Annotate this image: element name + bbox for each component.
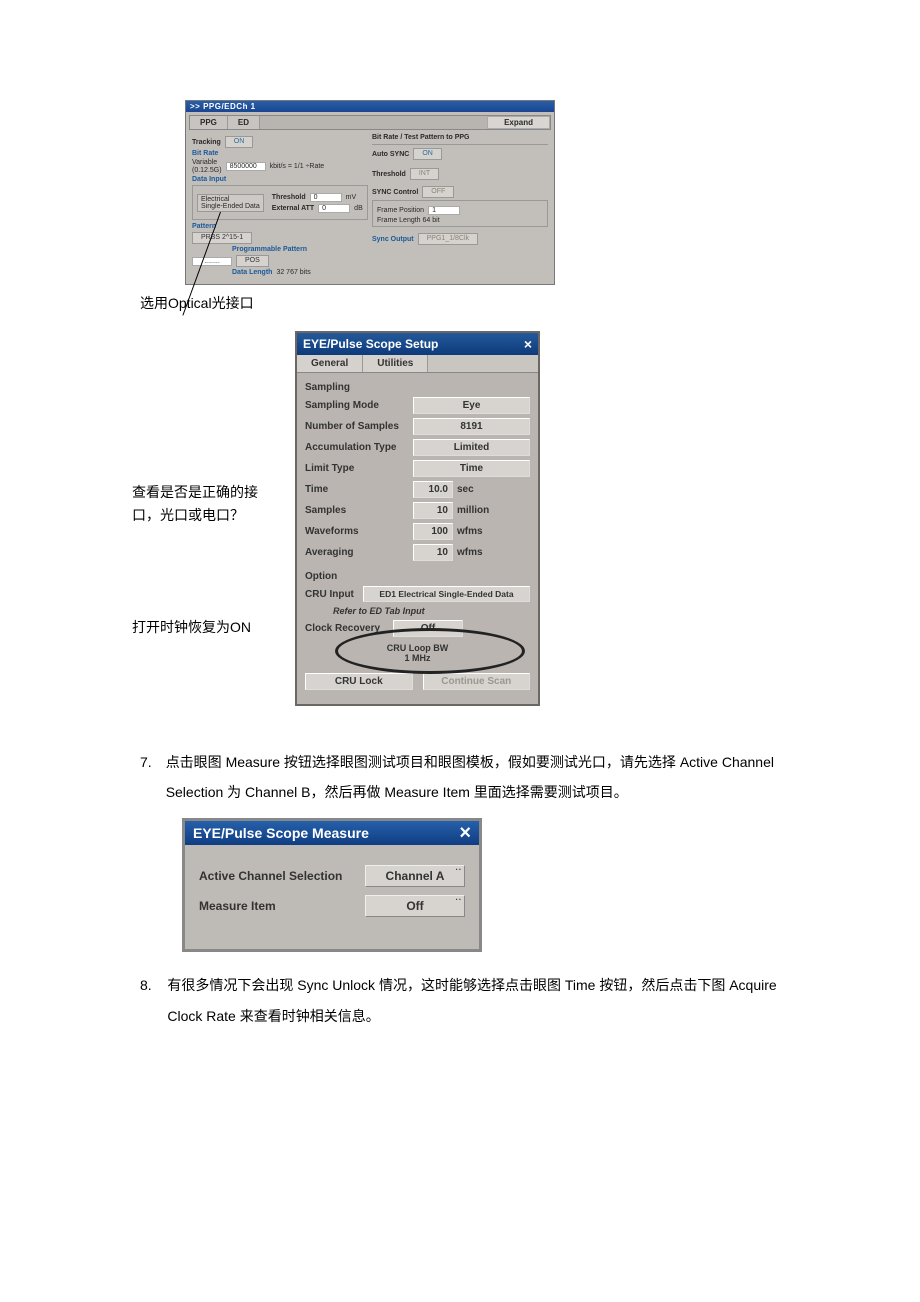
cru-input-label: CRU Input: [305, 589, 363, 600]
sampling-mode-label: Sampling Mode: [305, 400, 413, 411]
text-item-8: 有很多情况下会出现 Sync Unlock 情况，这时能够选择点击眼图 Time…: [167, 970, 780, 1032]
eye-scope-setup-panel: EYE/Pulse Scope Setup × General Utilitie…: [295, 331, 540, 706]
close-icon[interactable]: ×: [459, 826, 471, 840]
tracking-label: Tracking: [192, 139, 221, 146]
ppg-ed-panel: >> PPG/EDCh 1 PPG ED Expand Tracking ON …: [185, 100, 555, 285]
prog-pattern-label: Programmable Pattern: [232, 246, 307, 253]
samples-value[interactable]: 10: [413, 502, 453, 519]
caption-optical: 选用Optical光接口: [140, 293, 780, 313]
loop-bw-label: CRU Loop BW: [305, 643, 530, 653]
datainput-electrical: Electrical: [201, 196, 260, 203]
num-samples-value[interactable]: 8191: [413, 418, 530, 435]
panel3-title: EYE/Pulse Scope Measure ×: [185, 821, 479, 845]
eye-scope-measure-panel: EYE/Pulse Scope Measure × Active Channel…: [182, 818, 482, 952]
loop-bw-value: 1 MHz: [305, 653, 530, 663]
threshold-label: Threshold: [272, 194, 306, 201]
note-interface: 查看是否是正确的接口，光口或电口？: [132, 481, 277, 526]
pattern-value[interactable]: PRBS 2^15-1: [192, 232, 252, 244]
waveforms-label: Waveforms: [305, 526, 413, 537]
continue-scan-button[interactable]: Continue Scan: [423, 673, 531, 690]
syncout-button[interactable]: PPG1_1/8Clk: [418, 233, 478, 245]
tab-general[interactable]: General: [297, 355, 363, 372]
panel2-title: EYE/Pulse Scope Setup ×: [297, 333, 538, 355]
averaging-value[interactable]: 10: [413, 544, 453, 561]
framelen-label: Frame Length 64 bit: [377, 217, 543, 224]
option-header: Option: [305, 571, 530, 582]
waveforms-value[interactable]: 100: [413, 523, 453, 540]
tab-ed[interactable]: ED: [228, 116, 260, 129]
cru-input-value[interactable]: ED1 Electrical Single-Ended Data: [363, 586, 530, 602]
pos-button[interactable]: POS: [236, 255, 269, 267]
tracking-button[interactable]: ON: [225, 136, 254, 148]
limit-value[interactable]: Time: [413, 460, 530, 477]
cru-lock-button[interactable]: CRU Lock: [305, 673, 413, 690]
threshold2-label: Threshold: [372, 171, 406, 178]
samples-unit: million: [457, 505, 489, 516]
framepos-value: 1: [428, 206, 460, 215]
bitrate-value: 8500000: [226, 162, 266, 171]
acs-label: Active Channel Selection: [199, 869, 365, 883]
clock-recovery-label: Clock Recovery: [305, 623, 393, 634]
sampling-mode-value[interactable]: Eye: [413, 397, 530, 414]
clock-recovery-value[interactable]: Off: [393, 620, 463, 637]
list-number-8: 8.: [140, 970, 153, 1032]
measure-item-value[interactable]: Off: [365, 895, 465, 917]
waveforms-unit: wfms: [457, 526, 483, 537]
close-icon[interactable]: ×: [524, 336, 532, 352]
averaging-label: Averaging: [305, 547, 413, 558]
bitrate-range: (0.12.5G): [192, 167, 222, 175]
extatt-value: 0: [318, 204, 350, 213]
bitrate-header: Bit Rate: [192, 150, 368, 157]
panel1-tabs: PPG ED Expand: [189, 115, 551, 130]
pattern-header: Pattern: [192, 223, 368, 230]
datalength-value: 32 767 bits: [276, 269, 310, 276]
sampling-header: Sampling: [305, 382, 530, 393]
expand-button[interactable]: Expand: [487, 116, 550, 129]
panel2-title-text: EYE/Pulse Scope Setup: [303, 337, 438, 351]
datainput-single: Single-Ended Data: [201, 203, 260, 210]
time-label: Time: [305, 484, 413, 495]
time-unit: sec: [457, 484, 474, 495]
prog-pattern-slot: ........: [192, 257, 232, 266]
panel1-title: >> PPG/EDCh 1: [186, 101, 554, 112]
threshold-unit: mV: [346, 194, 357, 201]
autosync-label: Auto SYNC: [372, 151, 409, 158]
tab-utilities[interactable]: Utilities: [363, 355, 428, 372]
time-value[interactable]: 10.0: [413, 481, 453, 498]
limit-label: Limit Type: [305, 463, 413, 474]
autosync-button[interactable]: ON: [413, 148, 442, 160]
measure-item-label: Measure Item: [199, 899, 365, 913]
note-clockrecovery: 打开时钟恢复为ON: [132, 616, 277, 638]
syncctrl-label: SYNC Control: [372, 189, 418, 196]
extatt-unit: dB: [354, 205, 363, 212]
bitrate-variable: Variable: [192, 159, 222, 167]
datalength-label: Data Length: [232, 269, 272, 276]
accum-label: Accumulation Type: [305, 442, 413, 453]
averaging-unit: wfms: [457, 547, 483, 558]
tab-ppg[interactable]: PPG: [190, 116, 228, 129]
num-samples-label: Number of Samples: [305, 421, 413, 432]
framepos-label: Frame Position: [377, 207, 424, 214]
extatt-label: External ATT: [272, 205, 314, 212]
bitrate-to-ppg: Bit Rate / Test Pattern to PPG: [372, 134, 548, 141]
refer-note: Refer to ED Tab Input: [333, 606, 530, 616]
threshold2-button[interactable]: INT: [410, 168, 439, 180]
list-number-7: 7.: [140, 747, 152, 809]
acs-value[interactable]: Channel A: [365, 865, 465, 887]
bitrate-unit: kbit/s = 1/1 ÷Rate: [270, 163, 325, 170]
syncctrl-button[interactable]: OFF: [422, 186, 454, 198]
text-item-7: 点击眼图 Measure 按钮选择眼图测试项目和眼图模板，假如要测试光口，请先选…: [166, 747, 780, 809]
accum-value[interactable]: Limited: [413, 439, 530, 456]
threshold-value: 0: [310, 193, 342, 202]
panel3-title-text: EYE/Pulse Scope Measure: [193, 825, 369, 841]
syncout-label: Sync Output: [372, 236, 414, 243]
datainput-header: Data Input: [192, 176, 368, 183]
samples-label: Samples: [305, 505, 413, 516]
